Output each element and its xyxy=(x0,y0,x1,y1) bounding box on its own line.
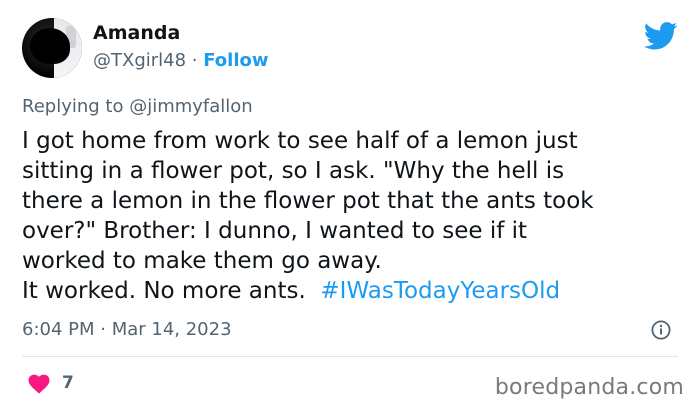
tweet-text-line: over?" Brother: I dunno, I wanted to see… xyxy=(22,218,528,244)
reply-mention-link[interactable]: @jimmyfallon xyxy=(129,96,253,117)
tweet-text-tail: It worked. No more ants. xyxy=(22,278,321,304)
avatar-silhouette xyxy=(30,28,70,64)
tweet-text: I got home from work to see half of a le… xyxy=(22,126,682,306)
info-icon[interactable] xyxy=(651,320,671,340)
tweet-text-line: there a lemon in the flower pot that the… xyxy=(22,188,594,214)
tweet-text-line: I got home from work to see half of a le… xyxy=(22,128,578,154)
handle-separator: · xyxy=(186,50,204,71)
reply-context: Replying to @jimmyfallon xyxy=(22,96,253,117)
avatar[interactable] xyxy=(22,18,82,78)
hashtag-link[interactable]: #IWasTodayYearsOld xyxy=(320,278,560,304)
tweet-timestamp[interactable]: 6:04 PM · Mar 14, 2023 xyxy=(22,319,232,340)
tweet-card: Amanda @TXgirl48 · Follow Replying to @j… xyxy=(0,0,700,410)
heart-icon[interactable] xyxy=(27,372,51,394)
reply-prefix: Replying to xyxy=(22,96,130,117)
watermark: boredpanda.com xyxy=(494,375,684,400)
like-count: 7 xyxy=(62,373,74,393)
follow-button[interactable]: Follow xyxy=(203,50,268,71)
tweet-text-line: worked to make them go away. xyxy=(22,248,382,274)
divider xyxy=(22,356,678,357)
twitter-bird-icon[interactable] xyxy=(644,22,678,50)
tweet-text-last-line: It worked. No more ants. #IWasTodayYears… xyxy=(22,276,682,306)
author-handle-line: @TXgirl48 · Follow xyxy=(93,50,269,71)
author-handle[interactable]: @TXgirl48 xyxy=(93,50,186,71)
tweet-text-line: sitting in a flower pot, so I ask. "Why … xyxy=(22,158,565,184)
author-display-name[interactable]: Amanda xyxy=(93,22,180,44)
